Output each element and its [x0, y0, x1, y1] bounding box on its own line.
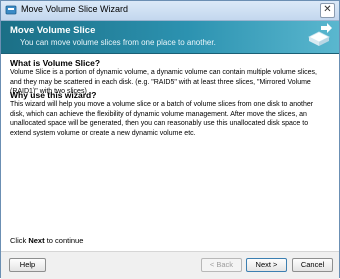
- section-heading-why: Why use this wizard?: [10, 90, 97, 100]
- banner-title: Move Volume Slice: [10, 25, 96, 36]
- back-button[interactable]: < Back: [201, 258, 242, 272]
- next-button[interactable]: Next >: [246, 258, 287, 272]
- window-title: Move Volume Slice Wizard: [21, 4, 129, 14]
- section-heading-what: What is Volume Slice?: [10, 58, 101, 68]
- button-bar: Help < Back Next > Cancel: [1, 251, 339, 279]
- continue-prefix: Click: [10, 236, 29, 245]
- continue-suffix: to continue: [44, 236, 84, 245]
- wizard-window: Move Volume Slice Wizard ✕ Move Volume S…: [0, 0, 340, 279]
- wizard-banner: Move Volume Slice You can move volume sl…: [1, 21, 339, 54]
- disk-arrow-icon: [308, 23, 332, 46]
- title-bar: Move Volume Slice Wizard ✕: [1, 1, 339, 21]
- help-button[interactable]: Help: [9, 258, 46, 272]
- close-icon: ✕: [323, 4, 332, 15]
- close-button[interactable]: ✕: [320, 3, 335, 18]
- continue-instruction: Click Next to continue: [10, 236, 83, 245]
- continue-next-word: Next: [28, 236, 45, 245]
- wizard-content: What is Volume Slice? Volume Slice is a …: [1, 54, 339, 251]
- cancel-button[interactable]: Cancel: [292, 258, 333, 272]
- app-icon: [5, 5, 17, 15]
- section-body-why: This wizard will help you move a volume …: [10, 101, 314, 137]
- banner-subtitle: You can move volume slices from one plac…: [20, 38, 216, 47]
